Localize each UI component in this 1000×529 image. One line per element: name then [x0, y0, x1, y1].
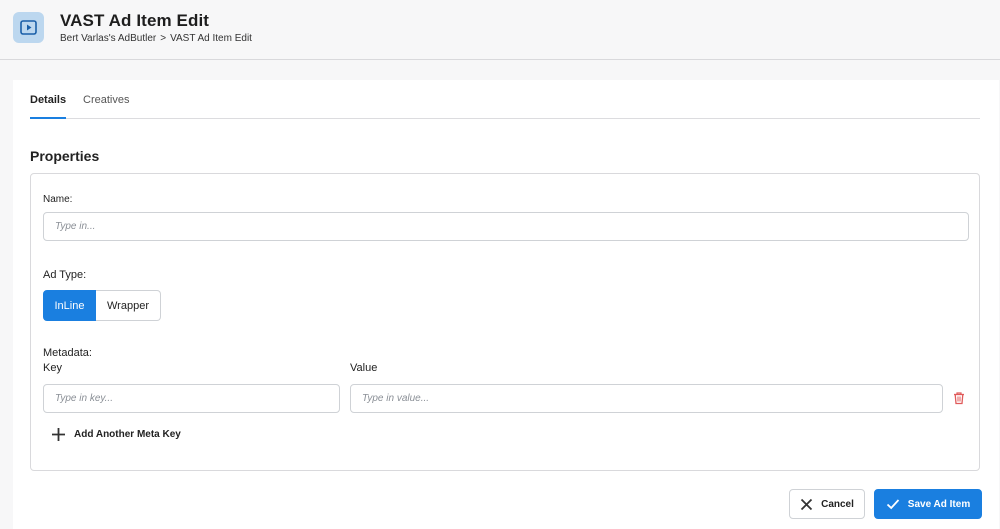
- cancel-button[interactable]: Cancel: [789, 489, 865, 519]
- meta-key-input[interactable]: [43, 384, 340, 413]
- ad-type-label: Ad Type:: [43, 269, 87, 281]
- page-header: VAST Ad Item Edit Bert Varlas's AdButler…: [0, 0, 1000, 60]
- metadata-label: Metadata:: [43, 347, 92, 359]
- ad-type-inline-button[interactable]: InLine: [43, 290, 96, 321]
- add-meta-key-label: Add Another Meta Key: [74, 429, 181, 440]
- delete-meta-icon[interactable]: [952, 391, 966, 405]
- edit-card: Details Creatives Properties Name: Ad Ty…: [13, 80, 999, 529]
- meta-value-header: Value: [350, 362, 378, 374]
- ad-type-toggle: InLine Wrapper: [43, 290, 161, 321]
- name-input[interactable]: [43, 212, 969, 241]
- cancel-button-label: Cancel: [821, 498, 854, 510]
- tab-bar: Details Creatives: [30, 80, 980, 119]
- checkmark-icon: [886, 499, 899, 510]
- breadcrumb: Bert Varlas's AdButler > VAST Ad Item Edit: [60, 33, 252, 44]
- page-title: VAST Ad Item Edit: [60, 11, 210, 30]
- tab-details[interactable]: Details: [30, 94, 67, 119]
- meta-key-header: Key: [43, 362, 62, 374]
- name-label: Name:: [43, 194, 73, 205]
- plus-icon: [52, 428, 65, 441]
- breadcrumb-separator: >: [160, 33, 167, 44]
- ad-type-wrapper-button[interactable]: Wrapper: [96, 290, 161, 321]
- close-icon: [800, 498, 813, 510]
- meta-value-input[interactable]: [350, 384, 943, 413]
- save-button-label: Save Ad Item: [907, 498, 971, 510]
- breadcrumb-item-account[interactable]: Bert Varlas's AdButler: [60, 33, 156, 44]
- save-ad-item-button[interactable]: Save Ad Item: [874, 489, 982, 519]
- breadcrumb-item-current: VAST Ad Item Edit: [170, 33, 252, 44]
- add-meta-key-button[interactable]: Add Another Meta Key: [51, 427, 181, 442]
- properties-panel: Name: Ad Type: InLine Wrapper Metadata: …: [30, 173, 980, 471]
- section-title-properties: Properties: [30, 148, 100, 164]
- tab-creatives[interactable]: Creatives: [83, 94, 129, 106]
- video-play-icon: [13, 12, 44, 43]
